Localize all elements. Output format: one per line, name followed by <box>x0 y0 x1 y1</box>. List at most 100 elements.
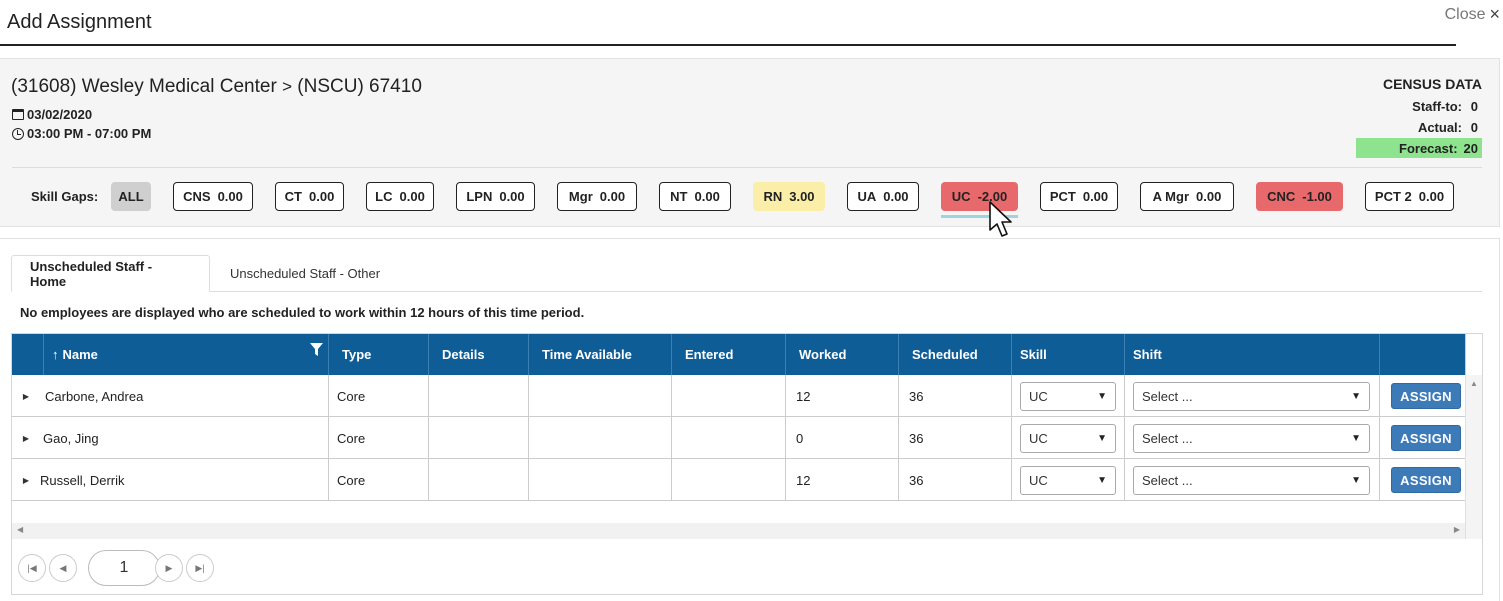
unscheduled-staff-panel: Unscheduled Staff - Home Unscheduled Sta… <box>0 238 1500 601</box>
skill-chip-label: ALL <box>118 189 144 204</box>
column-header-worked[interactable]: Worked <box>785 334 898 375</box>
scroll-up-icon[interactable]: ▲ <box>1470 379 1478 388</box>
skill-chip-cns[interactable]: CNS 0.00 <box>173 182 253 211</box>
skill-chip-ct[interactable]: CT 0.00 <box>275 182 344 211</box>
skill-chip-mgr[interactable]: Mgr 0.00 <box>557 182 637 211</box>
assignment-date: 03/02/2020 <box>12 107 92 122</box>
column-header-details[interactable]: Details <box>428 334 528 375</box>
skill-chip-label: UA <box>857 189 877 204</box>
column-header-scheduled[interactable]: Scheduled <box>898 334 1011 375</box>
scroll-right-icon[interactable]: ▶ <box>1454 525 1460 534</box>
shift-select[interactable]: Select ... ▼ <box>1133 381 1370 411</box>
table-row: ▶ Russell, Derrik Core 12 36 UC ▼ Select… <box>12 459 1465 501</box>
scroll-left-icon[interactable]: ◀ <box>17 525 23 534</box>
skill-chip-all[interactable]: ALL <box>111 182 151 211</box>
name-cell: ▶ Russell, Derrik <box>12 459 328 501</box>
skill-chip-label: LPN <box>466 189 493 204</box>
horizontal-scrollbar[interactable]: ◀ ▶ <box>12 523 1465 539</box>
unit-name: (NSCU) 67410 <box>297 76 422 97</box>
worked-cell: 12 <box>785 375 898 417</box>
skill-chip-label: LC <box>375 189 393 204</box>
tab-unscheduled-home[interactable]: Unscheduled Staff - Home <box>11 255 210 292</box>
filter-icon[interactable] <box>310 343 323 356</box>
assign-button[interactable]: ASSIGN <box>1391 467 1461 493</box>
dropdown-caret-icon: ▼ <box>1097 390 1107 402</box>
expand-row-icon[interactable]: ▶ <box>12 392 40 401</box>
skill-chip-rn[interactable]: RN 3.00 <box>753 182 825 211</box>
skill-chip-pct-2[interactable]: PCT 2 0.00 <box>1365 182 1454 211</box>
column-header-skill[interactable]: Skill <box>1011 334 1124 375</box>
column-header-name[interactable]: ↑ Name <box>43 334 328 375</box>
skill-chip-value: 0.00 <box>1082 189 1109 204</box>
worked-cell: 0 <box>785 417 898 459</box>
action-cell: ASSIGN <box>1379 417 1465 459</box>
dropdown-caret-icon: ▼ <box>1097 474 1107 486</box>
expand-row-icon[interactable]: ▶ <box>12 476 40 485</box>
skill-chip-value: 0.00 <box>883 189 909 204</box>
column-header-type[interactable]: Type <box>328 334 428 375</box>
prev-page-icon[interactable]: ◀ <box>49 554 77 582</box>
last-page-icon[interactable]: ▶| <box>186 554 214 582</box>
close-button[interactable]: Close × <box>1445 4 1500 25</box>
skill-chip-value: 0.00 <box>217 189 243 204</box>
shift-select[interactable]: Select ... ▼ <box>1133 423 1370 453</box>
entered-cell <box>671 459 785 501</box>
skill-select-value: UC <box>1029 472 1048 488</box>
column-header-entered[interactable]: Entered <box>671 334 785 375</box>
shift-cell: Select ... ▼ <box>1124 459 1379 501</box>
details-cell <box>428 459 528 501</box>
sort-asc-icon: ↑ <box>52 347 59 362</box>
facility-heading: (31608) Wesley Medical Center > (NSCU) 6… <box>11 76 422 98</box>
skill-chip-lc[interactable]: LC 0.00 <box>366 182 434 211</box>
vertical-scrollbar[interactable]: ▲ <box>1465 375 1482 539</box>
close-icon[interactable]: × <box>1489 4 1500 25</box>
panel-divider <box>12 167 1482 168</box>
shift-cell: Select ... ▼ <box>1124 417 1379 459</box>
skill-select[interactable]: UC ▼ <box>1020 381 1116 411</box>
scheduling-notice: No employees are displayed who are sched… <box>20 305 585 320</box>
expand-row-icon[interactable]: ▶ <box>12 434 40 443</box>
shift-select-value: Select ... <box>1142 472 1193 488</box>
skill-chip-ua[interactable]: UA 0.00 <box>847 182 919 211</box>
tab-unscheduled-other[interactable]: Unscheduled Staff - Other <box>212 255 398 292</box>
skill-select[interactable]: UC ▼ <box>1020 423 1116 453</box>
skill-chip-label: RN <box>763 189 783 204</box>
scheduled-cell: 36 <box>898 459 1011 501</box>
assign-button[interactable]: ASSIGN <box>1391 425 1461 451</box>
skill-chip-value: 0.00 <box>399 189 425 204</box>
skill-chip-label: PCT <box>1049 189 1076 204</box>
type-cell: Core <box>328 459 428 501</box>
column-header-shift[interactable]: Shift <box>1124 334 1379 375</box>
employee-name: Russell, Derrik <box>40 472 125 488</box>
census-staff-to: Staff-to: 0 <box>1356 96 1482 117</box>
add-assignment-dialog: Add Assignment Close × (31608) Wesley Me… <box>0 0 1503 601</box>
skill-chip-pct[interactable]: PCT 0.00 <box>1040 182 1118 211</box>
census-header: CENSUS DATA <box>1382 76 1482 92</box>
skill-chip-label: A Mgr <box>1152 189 1190 204</box>
assignment-info-panel: (31608) Wesley Medical Center > (NSCU) 6… <box>0 58 1500 227</box>
shift-cell: Select ... ▼ <box>1124 375 1379 417</box>
skill-chip-lpn[interactable]: LPN 0.00 <box>456 182 535 211</box>
next-page-icon[interactable]: ▶ <box>155 554 183 582</box>
shift-select[interactable]: Select ... ▼ <box>1133 465 1370 495</box>
dropdown-caret-icon: ▼ <box>1351 474 1361 486</box>
type-cell: Core <box>328 375 428 417</box>
skill-select[interactable]: UC ▼ <box>1020 465 1116 495</box>
column-header-time-available[interactable]: Time Available <box>528 334 671 375</box>
assign-button[interactable]: ASSIGN <box>1391 383 1461 409</box>
skill-chip-a-mgr[interactable]: A Mgr 0.00 <box>1140 182 1234 211</box>
page-number-input[interactable]: 1 <box>88 550 160 586</box>
skill-chip-nt[interactable]: NT 0.00 <box>659 182 731 211</box>
expand-column-header <box>12 334 43 375</box>
table-row: ▶ Gao, Jing Core 0 36 UC ▼ Select ... ▼ … <box>12 417 1465 459</box>
skill-chip-cnc[interactable]: CNC -1.00 <box>1256 182 1343 211</box>
first-page-icon[interactable]: |◀ <box>18 554 46 582</box>
skill-chip-label: CT <box>284 189 303 204</box>
skill-gaps-label: Skill Gaps: <box>31 189 99 204</box>
skill-chip-label: CNC <box>1267 189 1296 204</box>
skill-cell: UC ▼ <box>1011 417 1124 459</box>
grid-header: ↑ Name Type Details Time Available Enter… <box>12 334 1465 375</box>
scheduled-cell: 36 <box>898 375 1011 417</box>
skill-cell: UC ▼ <box>1011 375 1124 417</box>
actual-label: Actual: <box>1417 120 1462 135</box>
